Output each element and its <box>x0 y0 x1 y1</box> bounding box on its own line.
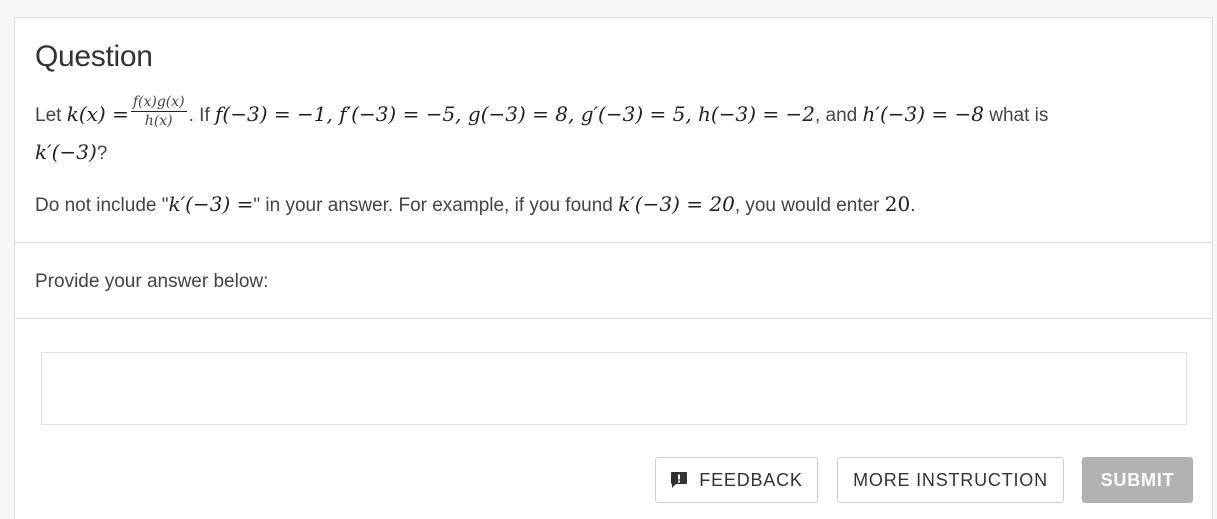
and-text: , and <box>814 105 863 126</box>
what-is-text: what is <box>983 105 1049 126</box>
more-instruction-button[interactable]: MORE INSTRUCTION <box>837 457 1064 503</box>
submit-button[interactable]: SUBMIT <box>1082 457 1193 503</box>
instruction-note: Do not include "k′(−3) =" in your answer… <box>35 186 1192 224</box>
question-title: Question <box>35 40 153 73</box>
question-card: Question Let k(x) = f(x)g(x) h(x). If f(−3… <box>14 17 1213 519</box>
h-prime-value: h′(−3) = −8 <box>863 102 984 126</box>
question-section: Question Let k(x) = f(x)g(x) h(x). If f(−3… <box>15 18 1212 243</box>
if-text: . If <box>188 105 216 126</box>
note-expression-text: k′(−3) = <box>168 192 254 216</box>
target-expression-text: k′(−3) <box>35 140 97 164</box>
answer-label: Provide your answer below: <box>35 271 269 292</box>
feedback-icon <box>671 472 688 488</box>
answer-label-section: Provide your answer below: <box>15 243 1212 319</box>
submit-label: SUBMIT <box>1100 469 1175 490</box>
note-example-text: k′(−3) = 20 <box>618 192 735 216</box>
fraction-denominator: h(x) <box>144 113 173 130</box>
feedback-button[interactable]: FEEDBACK <box>655 457 818 503</box>
answer-input[interactable] <box>41 352 1187 425</box>
target-expression: k′(−3) <box>35 140 97 164</box>
more-instruction-label: MORE INSTRUCTION <box>853 469 1048 490</box>
given-values-text: f(−3) = −1, f′(−3) = −5, g(−3) = 8, g′(−… <box>215 102 815 126</box>
note-pre: Do not include " <box>35 195 169 216</box>
k-definition: k(x) = <box>67 102 129 126</box>
intro-text: Let <box>35 105 67 126</box>
question-statement: Let k(x) = f(x)g(x) h(x). If f(−3) = −1, f… <box>35 94 1192 172</box>
k-definition-text: k(x) = <box>66 102 129 126</box>
fraction-numerator: f(x)g(x) <box>130 94 187 113</box>
feedback-label: FEEDBACK <box>699 469 803 490</box>
note-post: , you would enter <box>734 195 885 216</box>
note-mid: " in your answer. For example, if you fo… <box>253 195 619 216</box>
question-text: Let k(x) = f(x)g(x) h(x). If f(−3) = −1, f… <box>35 94 1192 224</box>
given-values: f(−3) = −1, f′(−3) = −5, g(−3) = 8, g′(−… <box>215 102 815 126</box>
question-mark: ? <box>96 143 108 164</box>
fraction: f(x)g(x) h(x) <box>130 94 187 130</box>
note-end: . <box>910 195 916 216</box>
note-example: k′(−3) = 20 <box>618 192 735 216</box>
note-value: 20 <box>884 192 911 216</box>
note-expression: k′(−3) = <box>169 192 254 216</box>
h-prime-text: h′(−3) = −8 <box>862 102 984 126</box>
